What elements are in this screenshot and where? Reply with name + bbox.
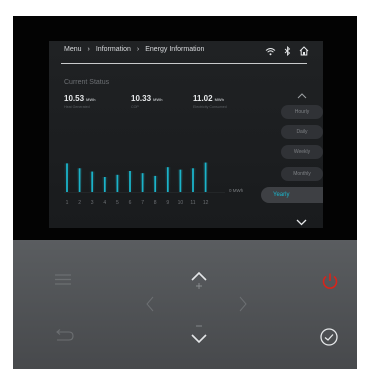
power-button[interactable] <box>320 271 340 291</box>
bar-3 <box>91 171 94 192</box>
up-plus-icon <box>191 271 207 289</box>
up-plus-button[interactable] <box>190 270 208 290</box>
display-screen: Menu › Information › Energy Information Curr… <box>49 41 323 228</box>
back-icon <box>56 329 74 341</box>
bar-4 <box>103 177 106 192</box>
bar-8 <box>154 175 157 192</box>
x-tick-label: 1 <box>65 200 69 206</box>
display-bezel: Menu › Information › Energy Information Curr… <box>13 16 357 240</box>
bar-10 <box>179 169 182 192</box>
control-panel <box>13 240 357 369</box>
bar-6 <box>129 171 131 192</box>
x-tick-label: 3 <box>90 200 94 206</box>
x-tick-label: 11 <box>190 200 196 206</box>
bar-11 <box>192 168 194 192</box>
x-tick-label: 5 <box>116 200 119 206</box>
tab-yearly[interactable]: Yearly <box>261 187 323 203</box>
x-tick-label: 4 <box>103 200 107 206</box>
down-minus-icon <box>191 325 207 344</box>
back-button[interactable] <box>54 329 74 341</box>
tab-monthly[interactable]: Monthly <box>281 167 323 181</box>
menu-icon <box>55 274 71 285</box>
chevron-up-icon <box>297 93 307 99</box>
menu-button[interactable] <box>54 273 72 286</box>
chevron-left-icon <box>146 296 154 312</box>
x-tick-label: 12 <box>202 200 209 206</box>
period-scroll-down[interactable] <box>296 213 307 228</box>
x-tick-label: 6 <box>128 200 132 206</box>
period-scroll-up[interactable] <box>297 86 307 104</box>
x-tick-label: 8 <box>153 200 157 206</box>
bar-5 <box>116 174 119 192</box>
power-icon <box>322 273 338 289</box>
confirm-check-icon <box>320 328 338 346</box>
left-button[interactable] <box>146 296 154 312</box>
x-tick-label: 7 <box>141 200 144 206</box>
x-tick-label: 9 <box>166 200 170 206</box>
confirm-button[interactable] <box>319 327 339 347</box>
tab-hourly[interactable]: Hourly <box>281 105 323 119</box>
bar-9 <box>166 167 169 192</box>
chart-axis-label: 0 MWh <box>229 188 244 193</box>
x-tick-label: 2 <box>78 200 81 206</box>
x-tick-label: 10 <box>177 200 184 206</box>
down-minus-button[interactable] <box>190 324 208 346</box>
right-button[interactable] <box>239 296 247 312</box>
bar-12 <box>204 162 207 192</box>
tab-weekly[interactable]: Weekly <box>281 145 323 159</box>
bar-1 <box>66 163 68 192</box>
tab-daily[interactable]: Daily <box>281 125 323 139</box>
bar-2 <box>78 168 81 192</box>
chevron-down-icon <box>296 219 307 226</box>
thermostat-device: Menu › Information › Energy Information Curr… <box>13 16 357 369</box>
chevron-right-icon <box>239 296 247 312</box>
bar-7 <box>141 173 144 192</box>
